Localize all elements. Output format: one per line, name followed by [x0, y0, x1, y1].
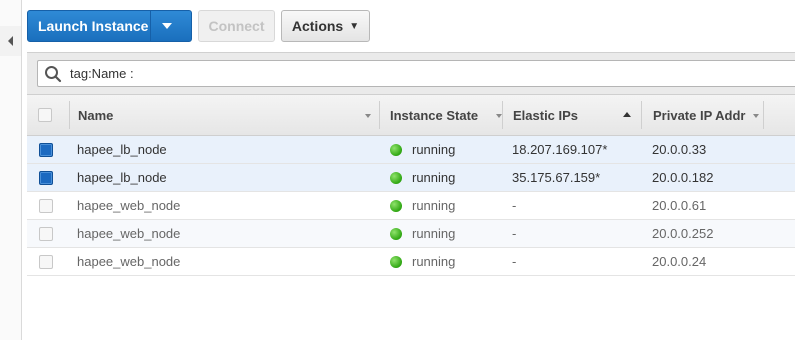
elastic-ip: -: [512, 198, 517, 213]
instance-state: running: [412, 170, 456, 185]
search-input[interactable]: [68, 65, 672, 82]
table-row[interactable]: hapee_lb_node running 18.207.169.107* 20…: [27, 136, 795, 164]
private-ip: 20.0.0.182: [652, 170, 714, 185]
launch-instance-label: Launch Instance: [38, 18, 149, 34]
row-checkbox[interactable]: [39, 254, 53, 269]
column-divider: [641, 101, 642, 129]
table-row[interactable]: hapee_web_node running - 20.0.0.61: [27, 192, 795, 220]
header-instance-state[interactable]: Instance State: [390, 95, 502, 135]
instance-state: running: [412, 142, 456, 157]
search-bar: [27, 52, 795, 95]
instance-state: running: [412, 254, 456, 269]
sort-icon: [365, 114, 371, 118]
running-status-icon: [390, 227, 402, 240]
column-divider: [763, 101, 764, 129]
header-state-label: Instance State: [390, 107, 479, 123]
actions-label: Actions: [291, 18, 344, 34]
table-row[interactable]: hapee_web_node running - 20.0.0.24: [27, 248, 795, 276]
actions-button[interactable]: Actions ▼: [281, 10, 370, 42]
header-name[interactable]: Name: [78, 95, 379, 135]
private-ip: 20.0.0.252: [652, 226, 714, 241]
table-row[interactable]: hapee_lb_node running 35.175.67.159* 20.…: [27, 164, 795, 192]
row-checkbox[interactable]: [39, 226, 53, 241]
instance-name: hapee_web_node: [77, 198, 181, 213]
instance-state: running: [412, 198, 456, 213]
instance-name: hapee_web_node: [77, 254, 181, 269]
table-row[interactable]: hapee_web_node running - 20.0.0.252: [27, 220, 795, 248]
elastic-ip: -: [512, 254, 517, 269]
column-divider: [502, 101, 503, 129]
column-divider: [379, 101, 380, 129]
instance-name: hapee_lb_node: [77, 170, 167, 185]
row-checkbox[interactable]: [39, 142, 53, 157]
row-checkbox[interactable]: [39, 170, 53, 185]
header-select-cell: [38, 95, 78, 135]
instance-name: hapee_lb_node: [77, 142, 167, 157]
left-rail: [0, 0, 22, 340]
private-ip: 20.0.0.61: [652, 198, 707, 213]
connect-label: Connect: [208, 18, 265, 34]
instances-table: Name Instance State Elastic IPs Private …: [27, 94, 795, 276]
running-status-icon: [390, 143, 402, 156]
private-ip: 20.0.0.33: [652, 142, 707, 157]
header-elastic-ips[interactable]: Elastic IPs: [513, 95, 639, 135]
search-box[interactable]: [37, 60, 795, 87]
instance-state: running: [412, 226, 456, 241]
caret-down-icon: [162, 23, 172, 29]
row-checkbox[interactable]: [39, 198, 53, 213]
header-private-ip[interactable]: Private IP Addr: [653, 95, 763, 135]
header-private-label: Private IP Addr: [653, 107, 746, 123]
connect-button[interactable]: Connect: [198, 10, 275, 42]
running-status-icon: [390, 171, 402, 184]
launch-instance-button[interactable]: Launch Instance: [27, 10, 192, 42]
chevron-down-icon: ▼: [349, 20, 360, 32]
private-ip: 20.0.0.24: [652, 254, 707, 269]
header-elastic-label: Elastic IPs: [513, 107, 579, 123]
elastic-ip: 35.175.67.159*: [512, 170, 601, 185]
column-divider: [69, 101, 70, 129]
search-icon: [45, 65, 62, 82]
collapse-sidebar-toggle[interactable]: [0, 26, 22, 56]
running-status-icon: [390, 255, 402, 268]
instance-name: hapee_web_node: [77, 226, 181, 241]
chevron-left-icon: [8, 36, 13, 46]
sort-icon: [753, 114, 759, 118]
elastic-ip: 18.207.169.107*: [512, 142, 608, 157]
running-status-icon: [390, 199, 402, 212]
launch-instance-dropdown[interactable]: [150, 11, 183, 41]
elastic-ip: -: [512, 226, 517, 241]
select-all-checkbox[interactable]: [38, 108, 52, 122]
header-name-label: Name: [78, 107, 114, 123]
sort-ascending-icon: [623, 112, 631, 117]
table-header: Name Instance State Elastic IPs Private …: [27, 94, 795, 136]
